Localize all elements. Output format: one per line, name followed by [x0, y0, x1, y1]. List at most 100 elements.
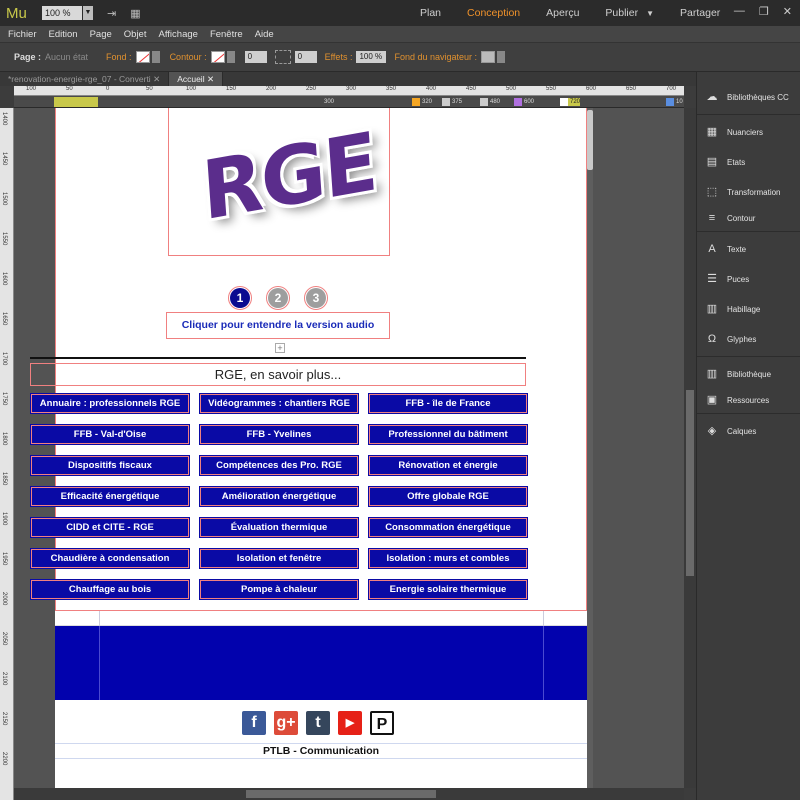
state-select[interactable]: Aucun état	[45, 52, 88, 62]
fill-swatch[interactable]	[135, 51, 150, 63]
breakpoint-marker[interactable]: 600	[514, 98, 534, 106]
link-button[interactable]: Vidéogrammes : chantiers RGE	[199, 393, 359, 414]
menu-fichier[interactable]: Fichier	[8, 29, 37, 40]
step-2-button[interactable]: 2	[266, 286, 290, 310]
mode-publier-arrow[interactable]: ▼	[646, 9, 654, 18]
browser-fill-swatch[interactable]	[481, 51, 496, 63]
menu-affichage[interactable]: Affichage	[158, 29, 197, 40]
fill-label[interactable]: Fond :	[106, 52, 132, 62]
place-file-icon[interactable]: ⇥	[107, 7, 116, 20]
link-button[interactable]: Compétences des Pro. RGE	[199, 455, 359, 476]
stroke-dropdown[interactable]	[226, 51, 235, 63]
panel-wrap[interactable]: ▥ Habillage	[697, 294, 800, 324]
panel-swatches[interactable]: ▦ Nuanciers	[697, 117, 800, 147]
rge-image-frame[interactable]: RGE	[168, 108, 390, 256]
mode-apercu[interactable]: Aperçu	[546, 7, 579, 19]
footer-blue-band[interactable]	[55, 626, 587, 700]
fill-dropdown[interactable]	[151, 51, 160, 63]
horizontal-scroll-thumb[interactable]	[246, 790, 436, 798]
link-button[interactable]: Chaudière à condensation	[30, 548, 190, 569]
expand-plus-icon[interactable]: +	[275, 343, 285, 353]
step-1-button[interactable]: 1	[228, 286, 252, 310]
menu-objet[interactable]: Objet	[124, 29, 147, 40]
link-button[interactable]: Isolation et fenêtre	[199, 548, 359, 569]
mode-conception[interactable]: Conception	[467, 7, 520, 19]
page-height-thumb[interactable]	[587, 110, 593, 170]
link-button[interactable]: Évaluation thermique	[199, 517, 359, 538]
link-button[interactable]: Amélioration énergétique	[199, 486, 359, 507]
tab-accueil[interactable]: Accueil ✕	[169, 72, 224, 86]
google-plus-icon[interactable]: g+	[274, 711, 298, 735]
panel-library[interactable]: ▥ Bibliothèque	[697, 359, 800, 389]
maximize-icon[interactable]: ❐	[759, 5, 769, 18]
horizontal-scrollbar[interactable]	[14, 788, 684, 800]
panel-cc-libraries[interactable]: ☁ Bibliothèques CC	[697, 82, 800, 112]
link-button[interactable]: Rénovation et énergie	[368, 455, 528, 476]
zoom-dropdown-arrow[interactable]: ▼	[83, 6, 93, 20]
breakpoint-marker[interactable]: 375	[442, 98, 462, 106]
vertical-ruler[interactable]: 1400 1450 1500 1550 1600 1650 1700 1750 …	[0, 108, 14, 800]
breakpoint-bar[interactable]: 300 320 375 480 600 720 10	[14, 96, 684, 108]
p-logo-icon[interactable]: P	[370, 711, 394, 735]
link-button[interactable]: Consommation énergétique	[368, 517, 528, 538]
stroke-width-field[interactable]: 0	[244, 51, 267, 63]
mode-publier[interactable]: Publier	[605, 7, 638, 19]
link-button[interactable]: FFB - Yvelines	[199, 424, 359, 445]
footer-top-strip[interactable]	[55, 611, 587, 626]
menu-aide[interactable]: Aide	[255, 29, 274, 40]
link-button[interactable]: Efficacité énergétique	[30, 486, 190, 507]
stroke-label[interactable]: Contour :	[170, 52, 207, 62]
menu-fenetre[interactable]: Fenêtre	[210, 29, 243, 40]
vertical-scroll-thumb[interactable]	[686, 390, 694, 576]
audio-version-button[interactable]: Cliquer pour entendre la version audio	[166, 312, 390, 339]
effects-label[interactable]: Effets :	[325, 52, 353, 62]
link-button[interactable]: Annuaire : professionnels RGE	[30, 393, 190, 414]
browser-fill-dropdown[interactable]	[497, 51, 506, 63]
close-icon[interactable]: ✕	[783, 5, 792, 18]
youtube-icon[interactable]: ▶	[338, 711, 362, 735]
panel-text[interactable]: A Texte	[697, 234, 800, 264]
menu-edition[interactable]: Edition	[49, 29, 78, 40]
link-button[interactable]: Pompe à chaleur	[199, 579, 359, 600]
panel-glyphs[interactable]: Ω Glyphes	[697, 324, 800, 354]
link-button[interactable]: Energie solaire thermique	[368, 579, 528, 600]
panel-transform[interactable]: ⬚ Transformation	[697, 177, 800, 207]
breakpoint-marker[interactable]: 480	[480, 98, 500, 106]
horizontal-ruler[interactable]: 100 50 0 50 100 150 200 250 300 350 400 …	[14, 86, 684, 96]
breakpoint-marker[interactable]: 320	[412, 98, 432, 106]
panel-bullets[interactable]: ☰ Puces	[697, 264, 800, 294]
link-button[interactable]: FFB - île de France	[368, 393, 528, 414]
tumblr-icon[interactable]: t	[306, 711, 330, 735]
panel-stroke[interactable]: ≡ Contour	[697, 207, 800, 229]
mode-partager[interactable]: Partager	[680, 7, 720, 19]
panel-assets[interactable]: ▣ Ressources	[697, 389, 800, 411]
preview-page-icon[interactable]: ▦	[130, 7, 140, 20]
menu-page[interactable]: Page	[90, 29, 112, 40]
step-3-button[interactable]: 3	[304, 286, 328, 310]
opacity-field[interactable]: 100 %	[356, 51, 387, 63]
breakpoint-marker-active[interactable]: 720	[560, 98, 581, 106]
page-height-handle[interactable]	[587, 108, 593, 788]
stroke-swatch[interactable]	[210, 51, 225, 63]
zoom-field[interactable]: 100 %	[42, 6, 82, 20]
tab-renovation[interactable]: *renovation-energie-rge_07 - Converti ✕	[0, 72, 170, 86]
browser-fill-label[interactable]: Fond du navigateur :	[394, 52, 477, 62]
corner-radius-icon[interactable]	[274, 50, 291, 64]
spacing-field[interactable]: 0	[294, 51, 317, 63]
breakpoint-marker[interactable]: 300	[314, 98, 334, 106]
facebook-icon[interactable]: f	[242, 711, 266, 735]
panel-layers[interactable]: ◈ Calques	[697, 416, 800, 446]
link-button[interactable]: CIDD et CITE - RGE	[30, 517, 190, 538]
link-button[interactable]: FFB - Val-d'Oise	[30, 424, 190, 445]
link-button[interactable]: Dispositifs fiscaux	[30, 455, 190, 476]
link-button[interactable]: Professionnel du bâtiment	[368, 424, 528, 445]
link-button[interactable]: Offre globale RGE	[368, 486, 528, 507]
panel-states[interactable]: ▤ Etats	[697, 147, 800, 177]
vertical-scrollbar[interactable]	[684, 108, 696, 788]
breakpoint-marker[interactable]: 10	[666, 98, 683, 106]
minimize-icon[interactable]: —	[734, 5, 745, 18]
link-button[interactable]: Isolation : murs et combles	[368, 548, 528, 569]
link-button[interactable]: Chauffage au bois	[30, 579, 190, 600]
design-canvas[interactable]: RGE 1 2 3 Cliquer pour entendre la versi…	[14, 108, 684, 788]
mode-plan[interactable]: Plan	[420, 7, 441, 19]
